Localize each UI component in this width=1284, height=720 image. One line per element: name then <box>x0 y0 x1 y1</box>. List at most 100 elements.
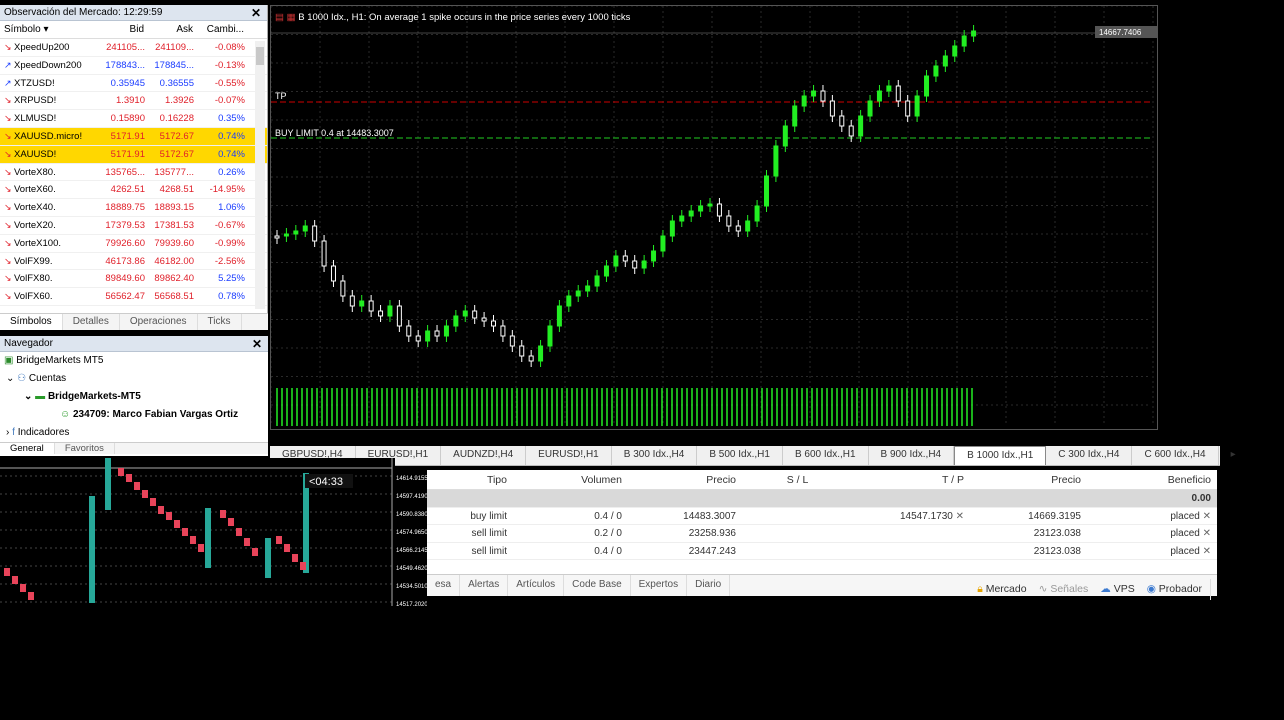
ask-cell: 17381.53 <box>154 219 194 231</box>
market-watch-row[interactable]: ↘ VorteX60. 4262.51 4268.51 -14.95% <box>0 181 267 200</box>
market-watch-row[interactable]: ↘ XRPUSD! 1.3910 1.3926 -0.07% <box>0 92 267 111</box>
market-watch-row[interactable]: ↗ XTZUSD! 0.35945 0.36555 -0.55% <box>0 75 267 93</box>
close-icon[interactable]: ✕ <box>956 511 964 522</box>
header-change[interactable]: Cambi... <box>197 21 248 38</box>
chart-tab[interactable]: C 600 Idx.,H4 <box>1132 446 1219 465</box>
header-volume[interactable]: Volumen <box>511 470 626 489</box>
chart-tab[interactable]: B 300 Idx.,H4 <box>612 446 698 465</box>
close-icon[interactable]: ✕ <box>1203 528 1211 539</box>
tab-ticks[interactable]: Ticks <box>198 314 242 330</box>
change-cell: 0.74% <box>218 148 245 160</box>
header-sl[interactable]: S / L <box>740 470 855 489</box>
market-watch-row[interactable]: ↘ VorteX40. 18889.75 18893.15 1.06% <box>0 199 267 217</box>
close-icon[interactable]: ✕ <box>1203 546 1211 557</box>
nav-server[interactable]: ⌄ ▬ BridgeMarkets-MT5 <box>0 388 268 406</box>
tab-favorites[interactable]: Favoritos <box>55 443 115 454</box>
market-watch-row[interactable]: ↘ VolFX99. 46173.86 46182.00 -2.56% <box>0 253 267 271</box>
chart-tab[interactable]: B 500 Idx.,H1 <box>697 446 783 465</box>
lock-icon: 🔒︎ <box>977 583 983 595</box>
order-sl[interactable] <box>740 508 855 525</box>
candle-body <box>698 205 704 212</box>
close-icon[interactable]: ✕ <box>251 5 261 21</box>
market-watch-row[interactable]: ↘ VorteX20. 17379.53 17381.53 -0.67% <box>0 217 267 235</box>
mini-chart-canvas[interactable]: 14614.9155 14597.4190 14590.8380 14574.9650… <box>0 458 428 608</box>
nav-account[interactable]: ☺ 234709: Marco Fabian Vargas Ortiz <box>0 406 268 424</box>
chart-tab[interactable]: C 300 Idx.,H4 <box>1046 446 1133 465</box>
tester-link[interactable]: ◉ Probador <box>1147 583 1202 596</box>
mini-chart[interactable]: 14614.9155 14597.4190 14590.8380 14574.9650… <box>0 458 428 608</box>
market-watch-row[interactable]: ↘ XLMUSD! 0.15890 0.16228 0.35% <box>0 110 267 128</box>
market-watch-row[interactable]: ↘ XpeedUp200 241105... 241109... -0.08% <box>0 39 267 57</box>
chart-tab[interactable]: AUDNZD!,H4 <box>441 446 527 465</box>
signals-link[interactable]: ∿ Señales <box>1039 583 1089 596</box>
tab-code-base[interactable]: Code Base <box>564 575 631 596</box>
scrollbar[interactable] <box>255 41 265 309</box>
tab-journal[interactable]: Diario <box>687 575 731 596</box>
mini-price-tick: 14614.9155 <box>396 476 427 482</box>
chevron-down-icon[interactable]: ⌄ <box>6 373 14 384</box>
chevron-right-icon[interactable]: › <box>6 427 9 438</box>
chart-tab[interactable]: EURUSD!,H1 <box>526 446 612 465</box>
order-sl[interactable] <box>740 525 855 542</box>
symbol-cell: ↘ XpeedUp200 <box>0 39 98 56</box>
tab-exposure[interactable]: esa <box>427 575 461 596</box>
order-tp[interactable] <box>855 543 970 560</box>
header-tp[interactable]: T / P <box>855 470 970 489</box>
header-price[interactable]: Precio <box>626 470 740 489</box>
orders-summary-row: 0.00 <box>427 490 1217 508</box>
ask-cell: 5172.67 <box>159 148 194 160</box>
header-ask[interactable]: Ask <box>148 21 197 38</box>
header-profit[interactable]: Beneficio <box>1085 470 1217 489</box>
market-watch-row[interactable]: ↗ XpeedDown200 178843... 178845... -0.13% <box>0 57 267 75</box>
chart-tab[interactable]: B 1000 Idx.,H1 <box>954 446 1047 465</box>
tab-alerts[interactable]: Alertas <box>460 575 509 596</box>
arrow-down-icon: ↘ <box>4 42 12 52</box>
chevron-down-icon[interactable]: ⌄ <box>24 391 32 402</box>
order-sl[interactable] <box>740 543 855 560</box>
order-tp[interactable]: 14547.1730 ✕ <box>855 508 970 525</box>
chart-tab[interactable]: B 900 Idx.,H4 <box>869 446 955 465</box>
tab-general[interactable]: General <box>0 443 55 454</box>
scrollbar-thumb[interactable] <box>256 47 264 65</box>
symbol-cell: ↘ VorteX80. <box>0 164 98 181</box>
tab-symbols[interactable]: Símbolos <box>0 314 63 330</box>
market-watch-row[interactable]: ↘ XAUUSD.micro! 5171.91 5172.67 0.74% <box>0 127 267 146</box>
bid-cell: 0.15890 <box>110 113 145 125</box>
close-icon[interactable]: ✕ <box>252 336 262 352</box>
order-row[interactable]: sell limit 0.4 / 0 23447.243 23123.038 place… <box>427 543 1217 560</box>
nav-broker[interactable]: ▣ BridgeMarkets MT5 <box>0 352 268 370</box>
change-cell: -0.55% <box>214 77 245 89</box>
market-link[interactable]: 🔒︎ Mercado <box>977 583 1026 596</box>
price-chart-canvas[interactable]: 14619.712514570.577014521.441514472.3060… <box>270 5 1204 442</box>
nav-accounts[interactable]: ⌄ ⚇ Cuentas <box>0 370 268 388</box>
close-icon[interactable]: ✕ <box>1203 511 1211 522</box>
tab-experts[interactable]: Expertos <box>631 575 688 596</box>
market-watch-row[interactable]: ↘ VolFX80. 89849.60 89862.40 5.25% <box>0 270 267 289</box>
order-row[interactable]: buy limit 0.4 / 0 14483.3007 14547.1730 ✕ 14… <box>427 508 1217 525</box>
tab-articles[interactable]: Artículos <box>508 575 565 596</box>
candle-body <box>566 295 572 307</box>
nav-indicators[interactable]: › f Indicadores <box>0 424 268 442</box>
order-tp[interactable] <box>855 525 970 542</box>
market-watch-title: Observación del Mercado: 12:29:59 ✕ <box>0 5 267 21</box>
candle-body <box>293 230 299 235</box>
vps-link[interactable]: ☁ VPS <box>1100 583 1134 596</box>
header-bid[interactable]: Bid <box>98 21 148 38</box>
header-symbol[interactable]: Símbolo ▾ <box>0 21 98 38</box>
price-chart[interactable]: 14619.712514570.577014521.441514472.3060… <box>270 5 1204 442</box>
candle-body <box>886 85 892 92</box>
tab-details[interactable]: Detalles <box>63 314 120 330</box>
market-watch-row[interactable]: ↘ VorteX80. 135765... 135777... 0.26% <box>0 164 267 182</box>
candle-body <box>415 335 421 342</box>
header-type[interactable]: Tipo <box>427 470 511 489</box>
tab-trades[interactable]: Operaciones <box>120 314 198 330</box>
chart-tab[interactable]: B 600 Idx.,H1 <box>783 446 869 465</box>
market-watch-row[interactable]: ↘ VorteX100. 79926.60 79939.60 -0.99% <box>0 235 267 253</box>
market-watch-row[interactable]: ↘ VolFX60. 56562.47 56568.51 0.78% <box>0 288 267 306</box>
market-watch-row[interactable]: ↘ XAUUSD! 5171.91 5172.67 0.74% <box>0 145 267 164</box>
header-current-price[interactable]: Precio <box>970 470 1085 489</box>
chevron-right-icon[interactable]: ▸ <box>1219 446 1248 465</box>
symbol-cell: ↘ VorteX40. <box>0 199 98 216</box>
order-row[interactable]: sell limit 0.2 / 0 23258.936 23123.038 place… <box>427 525 1217 543</box>
mini-timer: <04:33 <box>309 476 343 488</box>
